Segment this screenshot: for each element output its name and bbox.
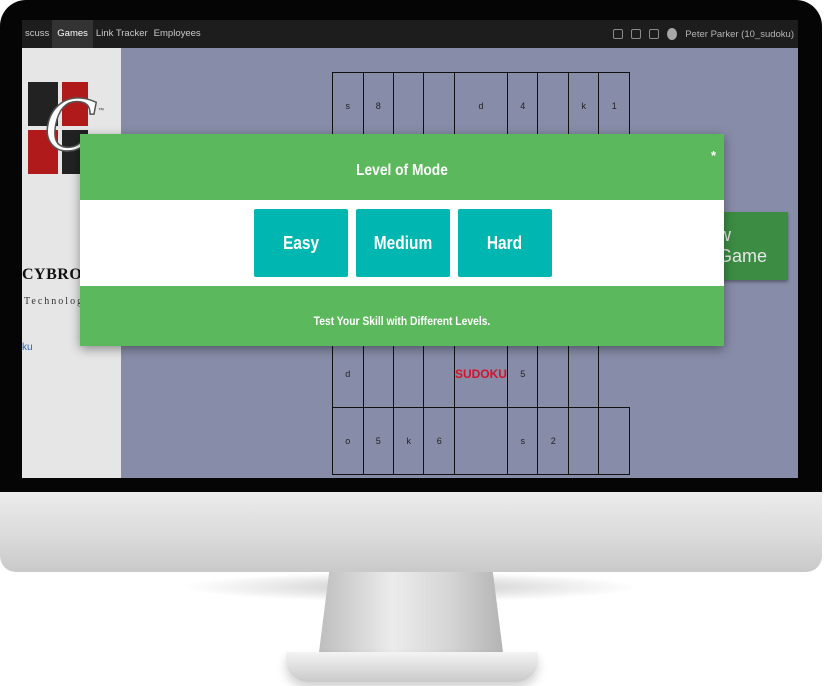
grid-cell[interactable] xyxy=(392,72,425,140)
clock-icon[interactable] xyxy=(613,29,624,39)
top-nav: scuss Games Link Tracker Employees xyxy=(22,20,204,48)
grid-cell[interactable]: 1 xyxy=(598,72,630,140)
grid-cell[interactable] xyxy=(537,72,569,140)
grid-cell[interactable] xyxy=(537,340,569,408)
grid-cell[interactable] xyxy=(567,340,600,408)
top-navbar: scuss Games Link Tracker Employees Peter… xyxy=(22,20,798,48)
avatar[interactable] xyxy=(667,28,678,40)
nav-item-employees[interactable]: Employees xyxy=(151,20,204,48)
grid-cell[interactable]: 8 xyxy=(362,72,394,140)
grid-cell[interactable]: d xyxy=(453,72,508,140)
grid-row: s 8 d 4 k 1 xyxy=(332,72,630,140)
grid-cell[interactable] xyxy=(423,72,455,140)
grid-cell[interactable]: 6 xyxy=(423,407,455,475)
easy-button-label: Easy xyxy=(282,232,320,253)
easy-button[interactable]: Easy xyxy=(254,209,348,277)
nav-item-games[interactable]: Games xyxy=(52,20,93,48)
close-icon[interactable]: * xyxy=(711,148,716,163)
grid-cell[interactable] xyxy=(598,407,630,475)
brand-subtitle: Technolog xyxy=(24,296,85,307)
top-right-tools: Peter Parker (10_sudoku) xyxy=(613,20,794,48)
grid-row: d SUDOKU 5 xyxy=(332,340,630,408)
modal-footer: Test Your Skill with Different Levels. xyxy=(80,286,724,346)
medium-button-label: Medium xyxy=(373,232,433,253)
grid-row: o 5 k 6 s 2 xyxy=(332,407,630,475)
grid-cell[interactable] xyxy=(392,340,425,408)
hard-button-label: Hard xyxy=(487,232,523,253)
grid-cell[interactable]: k xyxy=(392,407,425,475)
bell-icon[interactable] xyxy=(649,29,660,39)
grid-cell[interactable]: o xyxy=(332,407,364,475)
new-game-button[interactable]: w Game xyxy=(718,212,788,280)
monitor: scuss Games Link Tracker Employees Peter… xyxy=(0,0,824,686)
grid-cell[interactable]: 5 xyxy=(362,407,394,475)
grid-cell[interactable]: 5 xyxy=(506,340,539,408)
monitor-stand-base xyxy=(286,652,538,682)
logo-squares: C xyxy=(28,82,98,220)
nav-item-discuss[interactable]: scuss xyxy=(22,20,52,48)
sidebar-link-sudoku[interactable]: ku xyxy=(22,342,33,353)
modal-tagline: Test Your Skill with Different Levels. xyxy=(313,314,491,328)
trademark-mark: ™ xyxy=(98,108,104,114)
grid-cell[interactable] xyxy=(567,407,600,475)
grid-cell[interactable]: k xyxy=(567,72,600,140)
sudoku-title-cell: SUDOKU xyxy=(453,340,508,408)
monitor-chin xyxy=(0,492,822,572)
hard-button[interactable]: Hard xyxy=(458,209,552,277)
level-modal: Level of Mode * Easy Medium Hard Test Yo… xyxy=(80,134,724,346)
modal-header: Level of Mode * xyxy=(80,134,724,200)
medium-button[interactable]: Medium xyxy=(356,209,450,277)
grid-cell[interactable]: 4 xyxy=(506,72,539,140)
chat-icon[interactable] xyxy=(631,29,642,39)
user-name[interactable]: Peter Parker (10_sudoku) xyxy=(685,29,794,40)
grid-cell[interactable] xyxy=(362,340,394,408)
modal-title: Level of Mode xyxy=(356,162,448,179)
grid-cell[interactable] xyxy=(453,407,508,475)
grid-cell[interactable]: d xyxy=(332,340,364,408)
grid-cell[interactable]: s xyxy=(332,72,364,140)
grid-cell[interactable]: 2 xyxy=(537,407,569,475)
nav-item-link-tracker[interactable]: Link Tracker xyxy=(93,20,151,48)
monitor-stand-neck xyxy=(318,572,504,660)
grid-cell[interactable]: s xyxy=(506,407,539,475)
modal-body: Easy Medium Hard xyxy=(80,200,724,286)
grid-cell[interactable] xyxy=(423,340,455,408)
